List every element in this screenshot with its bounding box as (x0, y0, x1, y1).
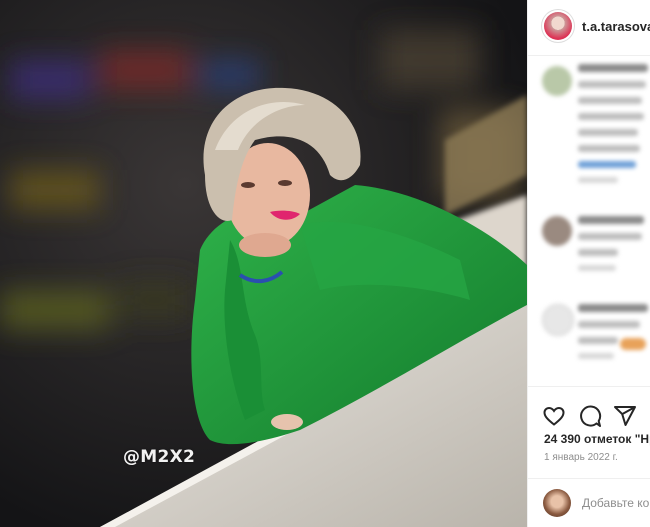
add-comment-bar (528, 478, 650, 527)
heart-icon[interactable] (542, 404, 566, 428)
comment-avatar (542, 66, 572, 96)
post-header: t.a.tarasova (528, 0, 650, 56)
current-user-avatar (543, 489, 571, 517)
username-link[interactable]: t.a.tarasova (582, 19, 650, 34)
post-date: 1 январь 2022 г. (544, 452, 618, 463)
comment-text-blurred (578, 64, 650, 192)
comment-text-blurred (578, 216, 650, 280)
emoji-icon (620, 338, 646, 350)
photo-illustration (0, 0, 527, 527)
comment-text-blurred (578, 304, 650, 368)
comment-avatar (542, 304, 574, 336)
watermark-text: @M2X2 (123, 447, 196, 467)
post-photo[interactable]: @M2X2 (0, 0, 527, 527)
post-side-panel: t.a.tarasova 24 390 отметок "Нр 1 январь… (527, 0, 650, 527)
comment-avatar (542, 216, 572, 246)
comment-input[interactable] (582, 496, 650, 510)
likes-count[interactable]: 24 390 отметок "Нр (544, 432, 650, 446)
comments-list (528, 56, 650, 386)
comment-icon[interactable] (578, 404, 602, 428)
user-avatar[interactable] (544, 12, 572, 40)
paper-plane-icon[interactable] (613, 404, 637, 428)
